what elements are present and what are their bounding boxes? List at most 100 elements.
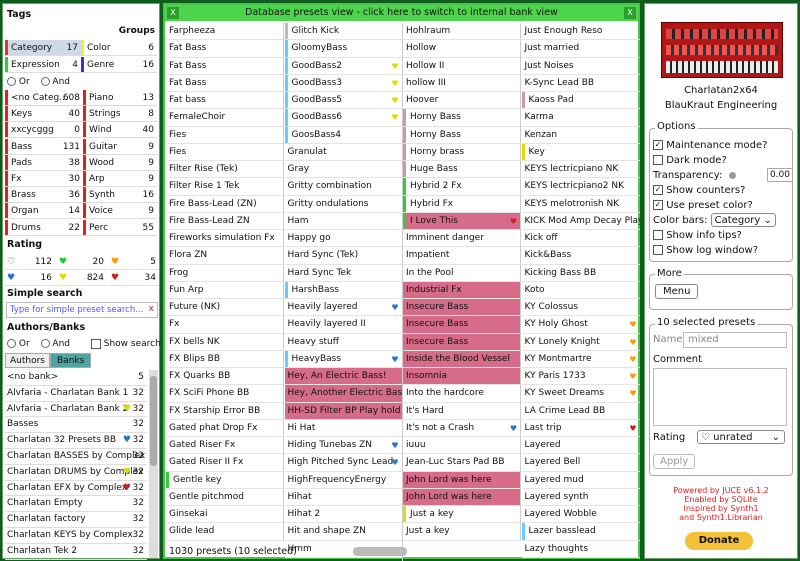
transparency-value[interactable]: 0.00	[766, 168, 793, 182]
preset-item[interactable]: Glitch Kick	[284, 23, 402, 41]
use-preset-color-option[interactable]: ✓ Use preset color?	[645, 198, 799, 213]
bank-item[interactable]: Charlatan KEYS by Complex 32	[5, 528, 147, 544]
preset-item[interactable]: FX Blips BB	[166, 351, 283, 368]
preset-item[interactable]: Insomnia	[403, 368, 520, 386]
preset-item[interactable]: Heavily layered II	[284, 316, 402, 334]
db-horizontal-scrollbar[interactable]	[353, 547, 407, 556]
preset-item[interactable]: Lazy thoughts	[521, 541, 640, 558]
preset-item[interactable]: KEYS lectricpiano2 NK	[521, 178, 640, 196]
rating-dropdown[interactable]: ♡ unrated ⌄	[697, 430, 785, 444]
bank-item[interactable]: Basses 32	[5, 417, 147, 434]
preset-item[interactable]: Frog	[166, 265, 283, 282]
preset-item[interactable]: Layered Wobble	[521, 506, 640, 524]
color-bars-dropdown[interactable]: Category ⌄	[710, 213, 776, 227]
banks-scrollbar[interactable]	[149, 370, 158, 558]
tag-item[interactable]: Bass 131	[5, 138, 83, 155]
preset-item[interactable]: Hybrid Fx	[403, 195, 520, 213]
db-close-left-button[interactable]: X	[167, 7, 179, 19]
db-close-right-button[interactable]: X	[624, 7, 636, 19]
preset-item[interactable]: HeavyBass ♥	[284, 350, 402, 368]
db-title[interactable]: Database presets view - click here to sw…	[245, 7, 558, 18]
rating-filter[interactable]: ♥ 16	[5, 270, 55, 286]
preset-item[interactable]: Just Noises	[521, 58, 640, 75]
preset-item[interactable]: Heavy stuff	[284, 334, 402, 351]
preset-item[interactable]: KY Montmartre ♥	[521, 351, 640, 368]
preset-item[interactable]: Gated phat Drop Fx	[166, 420, 283, 437]
preset-item[interactable]: Just a key	[403, 506, 520, 524]
tag-item[interactable]: Arp 9	[83, 171, 157, 187]
bank-item[interactable]: Charlatan BASSES by Complex 32	[5, 449, 147, 465]
tag-item[interactable]: <no Categ... 608	[5, 90, 83, 106]
preset-item[interactable]: It's not a Crash ♥	[403, 420, 520, 437]
tag-item[interactable]: Organ 14	[5, 203, 83, 220]
tab-authors[interactable]: Authors	[5, 353, 50, 368]
preset-item[interactable]: Hiding Tunebas ZN ♥	[284, 437, 402, 455]
menu-button[interactable]: Menu	[655, 284, 699, 299]
preset-item[interactable]: Fx	[166, 316, 283, 334]
show-info-checkbox[interactable]	[653, 230, 663, 240]
preset-item[interactable]: John Lord was here	[403, 488, 520, 506]
tag-item[interactable]: Wind 40	[83, 122, 157, 139]
preset-item[interactable]: Gated Riser Fx	[166, 437, 283, 455]
bank-item[interactable]: Charlatan Tek 2 32	[5, 544, 147, 560]
bank-item[interactable]: Alvfaria - Charlatan Bank 1 32	[5, 386, 147, 402]
preset-item[interactable]: Fireworks simulation Fx	[166, 230, 283, 248]
tag-item[interactable]: Fx 30	[5, 171, 83, 187]
preset-item[interactable]: Hoover	[403, 92, 520, 110]
tag-item[interactable]: Keys 40	[5, 106, 83, 123]
preset-item[interactable]: FemaleChoir	[166, 109, 283, 127]
preset-item[interactable]: Fire Bass-Lead ZN	[166, 213, 283, 230]
preset-item[interactable]: Farpheeza	[166, 23, 283, 41]
preset-item[interactable]: Hollow II	[403, 58, 520, 75]
preset-item[interactable]: Insecure Bass	[403, 316, 520, 334]
preset-item[interactable]: Key	[521, 143, 640, 161]
group-2[interactable]: Expression 4	[5, 57, 81, 73]
donate-button[interactable]: Donate	[685, 532, 753, 550]
preset-item[interactable]: K-Sync Lead BB	[521, 75, 640, 92]
preset-item[interactable]: KY Sweet Dreams ♥	[521, 385, 640, 403]
db-title-bar[interactable]: Database presets view - click here to sw…	[165, 5, 638, 21]
preset-item[interactable]: GoodBass3 ♥	[284, 74, 402, 92]
show-log-option[interactable]: Show log window?	[645, 243, 799, 258]
preset-item[interactable]: FX bells NK	[166, 334, 283, 351]
search-clear-button[interactable]: x	[149, 304, 154, 314]
rating-filter[interactable]: ♥ 824	[57, 270, 107, 286]
tag-item[interactable]: Strings 8	[83, 106, 157, 123]
preset-item[interactable]: Impatient	[403, 247, 520, 265]
authors-and-radio[interactable]	[40, 339, 50, 348]
preset-item[interactable]: Koto	[521, 282, 640, 299]
preset-item[interactable]: Fat Bass	[166, 75, 283, 92]
preset-item[interactable]: Fire Bass-Lead (ZN)	[166, 196, 283, 213]
preset-item[interactable]: Hard Sync Tek	[284, 265, 402, 282]
preset-item[interactable]: LA Crime Lead BB	[521, 403, 640, 420]
preset-item[interactable]: Filter Rise 1 Tek	[166, 178, 283, 196]
preset-item[interactable]: Horny brass	[403, 143, 520, 161]
preset-item[interactable]: Kaoss Pad	[521, 92, 640, 110]
preset-item[interactable]: FX Quarks BB	[166, 368, 283, 386]
bank-item[interactable]: Charlatan factory 32	[5, 512, 147, 528]
preset-item[interactable]: Inside the Blood Vessel	[403, 350, 520, 368]
dark-checkbox[interactable]	[653, 155, 663, 165]
preset-item[interactable]: GoodBass2 ♥	[284, 57, 402, 75]
banks-scroll-thumb[interactable]	[150, 376, 157, 466]
preset-item[interactable]: FX Starship Error BB	[166, 403, 283, 420]
transparency-slider[interactable]	[728, 171, 736, 179]
search-field[interactable]: Type for simple preset search... x	[6, 302, 158, 318]
preset-item[interactable]: Into the hardcore	[403, 385, 520, 403]
preset-item[interactable]: Layered Bell	[521, 454, 640, 472]
preset-item[interactable]: Hey, Another Electric Bass!	[284, 385, 402, 403]
tags-or-radio[interactable]	[7, 77, 16, 86]
preset-item[interactable]: KY Holy Ghost ♥	[521, 316, 640, 334]
authors-or-radio[interactable]	[7, 339, 16, 348]
preset-item[interactable]: Gray	[284, 161, 402, 179]
group-1[interactable]: Color 6	[81, 40, 157, 56]
preset-item[interactable]: Layered	[521, 437, 640, 455]
preset-item[interactable]: Imminent danger	[403, 230, 520, 248]
preset-item[interactable]: Insecure Bass	[403, 299, 520, 317]
preset-item[interactable]: KY Colossus	[521, 299, 640, 317]
preset-item[interactable]: Layered mud	[521, 472, 640, 489]
rating-filter[interactable]: ♥ 20	[57, 254, 107, 270]
maintenance-option[interactable]: ✓ Maintenance mode?	[645, 138, 799, 153]
preset-item[interactable]: FX SciFi Phone BB	[166, 385, 283, 403]
preset-item[interactable]: KY Paris 1733 ♥	[521, 368, 640, 386]
